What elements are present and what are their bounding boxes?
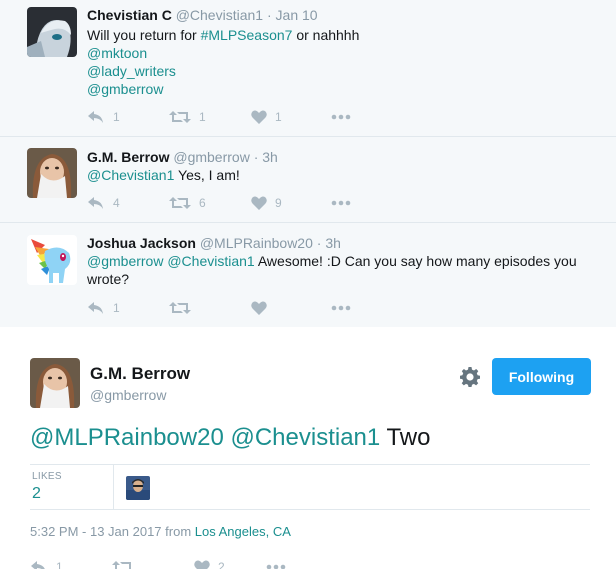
tweet-author-name[interactable]: Chevistian C — [87, 7, 172, 23]
tweet-author-handle[interactable]: @Chevistian1 — [176, 7, 263, 23]
following-button[interactable]: Following — [492, 358, 591, 395]
tweet-author-handle[interactable]: @MLPRainbow20 — [200, 235, 313, 251]
avatar[interactable] — [30, 358, 80, 408]
tweet-stats: LIKES 2 — [30, 464, 590, 510]
mention-link[interactable]: @gmberrow — [87, 253, 163, 269]
reply-count: 1 — [113, 301, 120, 315]
more-icon — [331, 200, 351, 206]
more-icon — [331, 114, 351, 120]
reply-button[interactable]: 1 — [87, 301, 169, 315]
tweet-item[interactable]: Chevistian C @Chevistian1 · Jan 10 Will … — [0, 0, 616, 137]
like-button[interactable]: 1 — [251, 110, 331, 124]
timestamp-text: 5:32 PM - 13 Jan 2017 from — [30, 524, 195, 539]
avatar[interactable] — [27, 235, 77, 285]
likes-count: 2 — [32, 485, 41, 502]
meta-separator: · — [249, 149, 263, 165]
tweet-time[interactable]: 3h — [325, 235, 341, 251]
tweet-time[interactable]: Jan 10 — [276, 7, 318, 23]
hashtag-link[interactable]: #MLPSeason7 — [201, 27, 293, 43]
like-count: 2 — [218, 560, 225, 569]
reply-count: 4 — [113, 196, 120, 210]
like-button[interactable]: 9 — [251, 196, 331, 210]
tweet-item[interactable]: G.M. Berrow @gmberrow · 3h @Chevistian1 … — [0, 137, 616, 223]
like-button[interactable]: 2 — [194, 560, 266, 569]
main-tweet: G.M. Berrow @gmberrow Following @MLPRain… — [0, 327, 616, 569]
tweet-text: Will you return for — [87, 27, 201, 43]
tweet-text: or nahhhh — [292, 27, 360, 43]
reply-button[interactable]: 4 — [87, 196, 169, 210]
retweet-icon — [169, 111, 191, 123]
settings-button[interactable] — [460, 367, 480, 392]
tweet-text: Awesome! :D Can you say how many episode… — [254, 253, 577, 269]
retweet-button[interactable] — [169, 301, 251, 315]
likes-stat[interactable]: LIKES 2 — [30, 465, 114, 509]
gear-icon — [460, 367, 480, 387]
heart-icon — [251, 301, 267, 315]
more-icon — [266, 564, 286, 569]
reply-count: 1 — [113, 110, 120, 124]
tweet-author-handle[interactable]: @gmberrow — [173, 149, 249, 165]
like-count: 1 — [275, 110, 282, 124]
main-author-handle[interactable]: @gmberrow — [90, 387, 166, 403]
retweet-count: 6 — [199, 196, 206, 210]
main-tweet-actions: 1 2 — [30, 558, 286, 569]
more-button[interactable] — [266, 564, 286, 569]
likes-label: LIKES — [32, 471, 62, 482]
tweet-text: Two — [380, 424, 431, 451]
reply-icon — [88, 197, 103, 209]
mention-link[interactable]: @Chevistian1 — [87, 167, 174, 183]
retweet-button[interactable]: 1 — [169, 110, 251, 124]
more-button[interactable] — [331, 305, 351, 311]
retweet-icon — [112, 561, 134, 569]
mention-link[interactable]: @mktoon — [87, 45, 147, 61]
retweet-count: 1 — [199, 110, 206, 124]
meta-separator: · — [312, 235, 326, 251]
meta-separator: · — [263, 7, 276, 23]
more-button[interactable] — [331, 200, 351, 206]
mention-link[interactable]: @Chevistian1 — [167, 253, 254, 269]
liker-avatar[interactable] — [126, 476, 150, 500]
tweet-author-name[interactable]: Joshua Jackson — [87, 235, 196, 251]
tweet-time[interactable]: 3h — [262, 149, 278, 165]
avatar[interactable] — [27, 7, 77, 57]
retweet-button[interactable]: 6 — [169, 196, 251, 210]
reply-icon — [88, 111, 103, 123]
mention-link[interactable]: @gmberrow — [87, 81, 163, 97]
reply-thread: Chevistian C @Chevistian1 · Jan 10 Will … — [0, 0, 616, 327]
heart-icon — [251, 110, 267, 124]
heart-icon — [194, 560, 210, 569]
tweet-author-name[interactable]: G.M. Berrow — [87, 149, 169, 165]
retweet-icon — [169, 302, 191, 314]
avatar[interactable] — [27, 148, 77, 198]
tweet-timestamp: 5:32 PM - 13 Jan 2017 from Los Angeles, … — [30, 524, 291, 539]
reply-count: 1 — [56, 560, 63, 569]
mention-link[interactable]: @lady_writers — [87, 63, 176, 79]
retweet-icon — [169, 197, 191, 209]
mention-link[interactable]: @MLPRainbow20 — [30, 424, 224, 451]
reply-icon — [88, 302, 103, 314]
reply-button[interactable]: 1 — [87, 110, 169, 124]
more-icon — [331, 305, 351, 311]
more-button[interactable] — [331, 114, 351, 120]
like-count: 9 — [275, 196, 282, 210]
main-author-name[interactable]: G.M. Berrow — [90, 364, 190, 384]
main-tweet-text: @MLPRainbow20 @Chevistian1 Two — [30, 423, 430, 453]
reply-icon — [31, 561, 45, 569]
retweet-button[interactable] — [112, 560, 194, 569]
location-link[interactable]: Los Angeles, CA — [195, 524, 291, 539]
heart-icon — [251, 196, 267, 210]
tweet-item[interactable]: Joshua Jackson @MLPRainbow20 · 3h @gmber… — [0, 223, 616, 327]
like-button[interactable] — [251, 301, 331, 315]
tweet-text: Yes, I am! — [174, 167, 240, 183]
tweet-text: wrote? — [87, 271, 130, 287]
mention-link[interactable]: @Chevistian1 — [230, 424, 380, 451]
reply-button[interactable]: 1 — [30, 560, 112, 569]
